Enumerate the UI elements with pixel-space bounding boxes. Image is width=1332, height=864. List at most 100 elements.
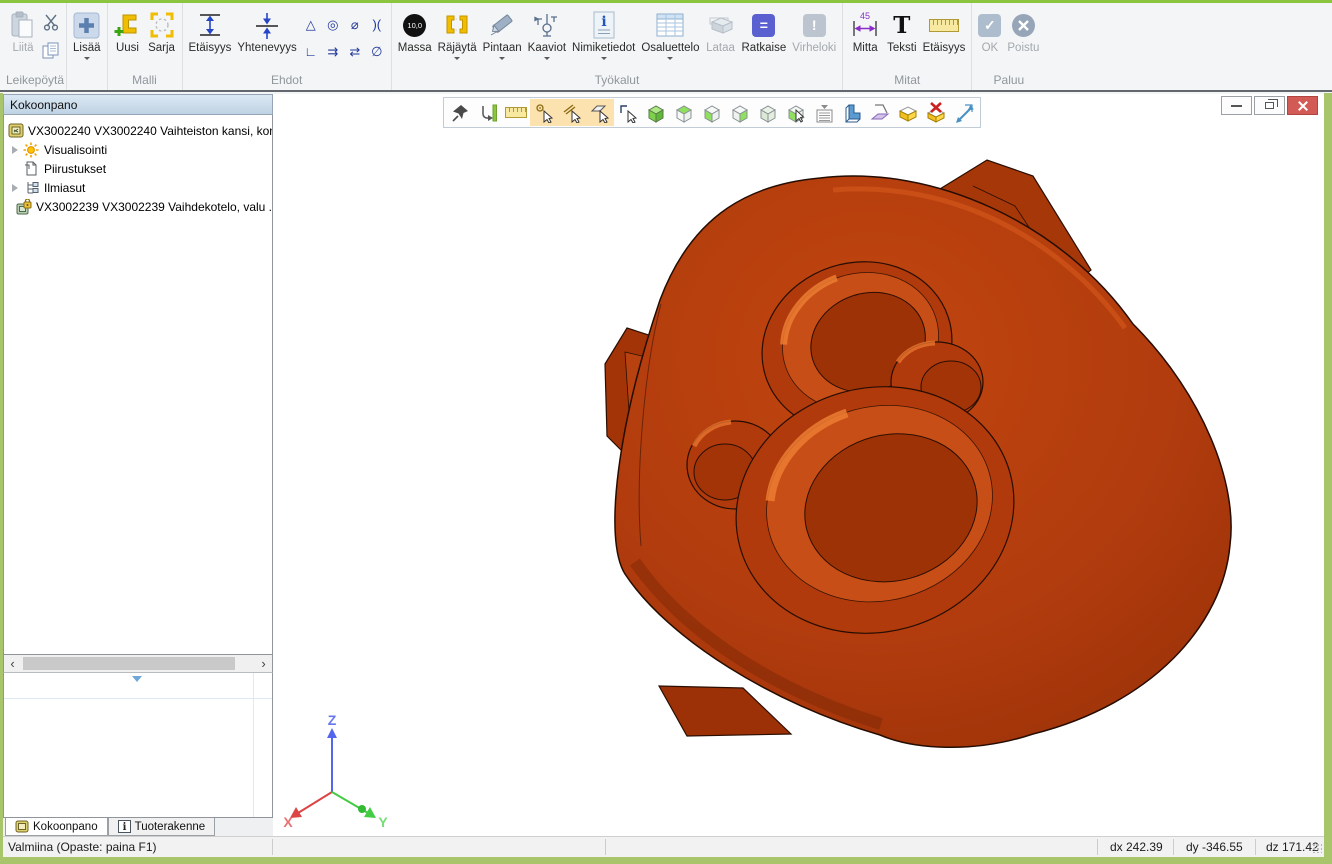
- parts-list-label: Osaluettelo: [641, 42, 699, 55]
- fix-constraint-icon[interactable]: ∅: [371, 44, 382, 60]
- select-body-mode-icon[interactable]: [782, 99, 810, 126]
- front-face-view-icon[interactable]: [698, 99, 726, 126]
- series-pattern-icon: [148, 8, 176, 42]
- exit-button[interactable]: Poistu: [1004, 8, 1042, 55]
- exit-cross-icon: [1012, 14, 1035, 37]
- archive-box-icon[interactable]: [894, 99, 922, 126]
- archive-delete-icon[interactable]: [922, 99, 950, 126]
- side-face-view-icon[interactable]: [726, 99, 754, 126]
- series-button[interactable]: Sarja: [145, 8, 179, 55]
- new-label: Uusi: [116, 42, 139, 55]
- diagrams-button[interactable]: Kaaviot: [525, 8, 569, 63]
- parts-list-button[interactable]: Osaluettelo: [638, 8, 702, 63]
- distance-constraint-button[interactable]: Etäisyys: [186, 8, 235, 55]
- tree-item-drawings[interactable]: Piirustukset: [4, 159, 272, 178]
- add-button[interactable]: Lisää: [70, 8, 104, 63]
- text-button[interactable]: T Teksti: [884, 8, 919, 55]
- solve-button[interactable]: = Ratkaise: [739, 8, 790, 55]
- select-edge-mode-icon[interactable]: [558, 99, 586, 126]
- load-button[interactable]: Lataa: [703, 8, 739, 55]
- export-view-icon[interactable]: [950, 99, 978, 126]
- tree-item-configurations[interactable]: Ilmiasut: [4, 178, 272, 197]
- resize-grip[interactable]: [1312, 843, 1322, 853]
- scroll-left-arrow[interactable]: ‹: [4, 656, 21, 671]
- tangent-constraint-icon[interactable]: ⌀: [351, 17, 359, 33]
- distance-measure-button[interactable]: Etäisyys: [920, 8, 969, 55]
- explode-label: Räjäytä: [438, 42, 477, 55]
- constraint-icon-grid: △ ◎ ⌀ )( ∟ ⇉ ⇄ ∅: [300, 11, 388, 65]
- feature-list-icon[interactable]: [810, 99, 838, 126]
- scroll-right-arrow[interactable]: ›: [255, 656, 272, 671]
- 3d-model-gearbox-cover[interactable]: [273, 94, 1324, 836]
- copy-button[interactable]: [39, 38, 63, 62]
- cut-button[interactable]: [39, 10, 63, 34]
- svg-text:i: i: [122, 822, 126, 833]
- expander-icon[interactable]: [12, 184, 22, 192]
- chevron-down-icon: [454, 57, 460, 63]
- solid-model-icon[interactable]: [754, 99, 782, 126]
- symmetric-constraint-icon[interactable]: )(: [372, 17, 381, 32]
- flip-direction-icon[interactable]: [474, 99, 502, 126]
- scrollbar-track[interactable]: [21, 655, 255, 672]
- cad-application-window: Liitä Leikepöytä L: [0, 0, 1332, 864]
- ribbon-group-clipboard: Liitä Leikepöytä: [4, 3, 67, 90]
- group-label-tyokalut: Työkalut: [392, 72, 842, 90]
- restore-button[interactable]: [1254, 96, 1285, 115]
- paste-button[interactable]: Liitä: [7, 8, 39, 55]
- select-feature-mode-icon[interactable]: [614, 99, 642, 126]
- chevron-down-icon: [84, 57, 90, 63]
- angle-constraint-icon[interactable]: △: [306, 17, 316, 33]
- ok-button[interactable]: ✓ OK: [975, 8, 1004, 55]
- chevron-down-icon: [544, 57, 550, 63]
- minimize-button[interactable]: [1221, 96, 1252, 115]
- error-log-button[interactable]: ! Virheloki: [789, 8, 839, 55]
- expander-icon[interactable]: [12, 146, 22, 154]
- measure-button[interactable]: 45 Mitta: [846, 8, 884, 55]
- explode-button[interactable]: Räjäytä: [435, 8, 480, 63]
- scissors-icon: [42, 13, 60, 31]
- perpendicular-constraint-icon[interactable]: ∟: [304, 44, 317, 59]
- close-button[interactable]: [1287, 96, 1318, 115]
- tree-item-root-assembly[interactable]: VX3002240 VX3002240 Vaihteiston kansi, k…: [4, 121, 272, 140]
- x-axis-label: X: [283, 814, 293, 829]
- panel-tab-bar: Kokoonpano i Tuoterakenne: [3, 818, 273, 836]
- status-message: Valmiina (Opaste: paina F1): [8, 840, 157, 854]
- sketch-plane-icon[interactable]: [866, 99, 894, 126]
- mass-icon: 10,0: [403, 14, 426, 37]
- window-frame-top: [0, 0, 1332, 3]
- chevron-down-icon: [601, 57, 607, 63]
- equal-constraint-icon[interactable]: ⇄: [349, 44, 360, 60]
- parallel-constraint-icon[interactable]: ⇉: [327, 44, 338, 60]
- copy-icon: [42, 42, 60, 59]
- tab-tuoterakenne[interactable]: i Tuoterakenne: [108, 818, 216, 836]
- shaded-view-icon[interactable]: [642, 99, 670, 126]
- profile-tool-icon[interactable]: [838, 99, 866, 126]
- status-dx: dx 242.39: [1110, 840, 1163, 854]
- concentric-constraint-icon[interactable]: ◎: [327, 17, 338, 33]
- top-face-view-icon[interactable]: [670, 99, 698, 126]
- tab-kokoonpano[interactable]: Kokoonpano: [5, 818, 108, 836]
- clipboard-paste-icon: [10, 8, 36, 42]
- ribbon-group-add: Lisää: [67, 3, 108, 90]
- new-button[interactable]: Uusi: [111, 8, 145, 55]
- svg-text:i: i: [601, 14, 606, 30]
- mass-label: Massa: [398, 42, 432, 55]
- tree-item-visualization[interactable]: Visualisointi: [4, 140, 272, 159]
- select-point-mode-icon[interactable]: [530, 99, 558, 126]
- text-label: Teksti: [887, 42, 916, 55]
- distance-measure-label: Etäisyys: [923, 42, 966, 55]
- to-surface-button[interactable]: Pintaan: [480, 8, 525, 63]
- solve-equals-icon: =: [752, 14, 775, 37]
- item-data-button[interactable]: i Nimiketiedot: [569, 8, 638, 63]
- tree-item-part-vx3002239[interactable]: VX3002239 VX3002239 Vaihdekotelo, valu .: [4, 197, 272, 216]
- coincidence-button[interactable]: Yhtenevyys: [234, 8, 299, 55]
- collapse-handle-icon[interactable]: [132, 676, 142, 687]
- load-box-icon: [706, 8, 736, 42]
- 3d-viewport[interactable]: Z X Y: [273, 94, 1324, 836]
- pin-tool-icon[interactable]: [446, 99, 474, 126]
- select-face-mode-icon[interactable]: [586, 99, 614, 126]
- mass-button[interactable]: 10,0 Massa: [395, 8, 435, 55]
- scrollbar-thumb[interactable]: [23, 657, 235, 670]
- measure-tool-icon[interactable]: [502, 99, 530, 126]
- model-bottom-tab[interactable]: [659, 686, 791, 736]
